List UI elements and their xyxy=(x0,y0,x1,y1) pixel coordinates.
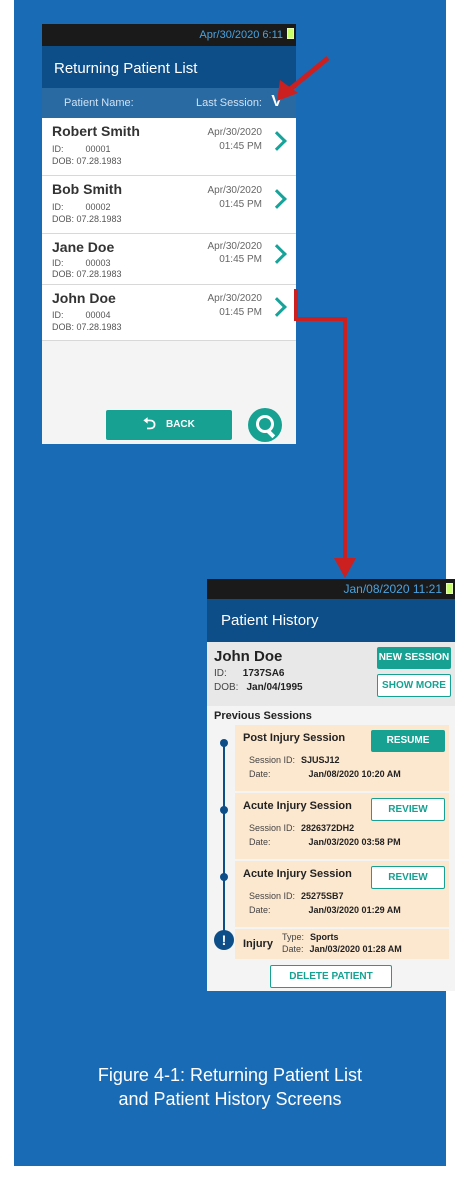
patient-name: John Doe xyxy=(214,648,283,665)
date-label: Date: xyxy=(249,769,271,779)
date-label: Date: xyxy=(249,905,271,915)
session-id-label: Session ID: xyxy=(249,891,296,901)
date-label: Date: xyxy=(249,837,271,847)
injury-date: Jan/03/2020 01:28 AM xyxy=(309,944,402,954)
previous-sessions-heading: Previous Sessions xyxy=(214,710,312,722)
patient-id-line: ID: 1737SA6 xyxy=(214,668,284,679)
caption-line-1: Figure 4-1: Returning Patient List xyxy=(97,1065,363,1085)
annotation-arrowhead-connector xyxy=(334,558,356,578)
timeline-line xyxy=(223,744,225,941)
battery-icon xyxy=(446,583,453,594)
figure-caption: Figure 4-1: Returning Patient List and P… xyxy=(14,1063,446,1111)
injury-card: Injury Type: Sports Date: Jan/03/2020 01:2… xyxy=(235,929,449,959)
delete-patient-button[interactable]: DELETE PATIENT xyxy=(270,965,392,988)
session-id: 2826372DH2 xyxy=(301,823,355,833)
patient-summary-card: John Doe ID: 1737SA6 DOB: Jan/04/1995 NEW … xyxy=(207,642,455,706)
session-title: Post Injury Session xyxy=(243,732,346,744)
new-session-button[interactable]: NEW SESSION xyxy=(377,647,451,669)
figure-panel: Apr/30/2020 6:11 Returning Patient List … xyxy=(14,0,455,1166)
session-id-line: Session ID: SJUSJ12 xyxy=(249,755,340,765)
date-label: Date: xyxy=(282,944,304,954)
show-more-button[interactable]: SHOW MORE xyxy=(377,674,451,697)
session-date: Jan/03/2020 03:58 PM xyxy=(308,837,401,847)
timeline-dot xyxy=(220,873,228,881)
session-id-label: Session ID: xyxy=(249,755,296,765)
session-card-3: Acute Injury Session REVIEW Session ID: 2… xyxy=(235,861,449,927)
alert-icon: ! xyxy=(214,930,234,950)
patient-history-screen: Jan/08/2020 11:21 Patient History John D… xyxy=(207,579,455,991)
injury-date-line: Date: Jan/03/2020 01:28 AM xyxy=(282,944,402,954)
session-id-line: Session ID: 25275SB7 xyxy=(249,891,344,901)
patient-id: 1737SA6 xyxy=(242,668,285,679)
resume-button[interactable]: RESUME xyxy=(371,730,445,752)
session-id-line: Session ID: 2826372DH2 xyxy=(249,823,354,833)
session-card-2: Acute Injury Session REVIEW Session ID: 2… xyxy=(235,793,449,859)
session-date-line: Date: Jan/08/2020 10:20 AM xyxy=(249,769,401,779)
dob-label: DOB: xyxy=(214,682,239,693)
patient-dob: Jan/04/1995 xyxy=(246,682,303,693)
timeline-dot xyxy=(220,806,228,814)
session-title: Acute Injury Session xyxy=(243,868,352,880)
injury-type-line: Type: Sports xyxy=(282,932,339,942)
review-button[interactable]: REVIEW xyxy=(371,798,445,821)
review-button[interactable]: REVIEW xyxy=(371,866,445,889)
type-label: Type: xyxy=(282,932,305,942)
annotation-arrows xyxy=(277,56,356,578)
annotation-arrow-pointer xyxy=(287,56,330,92)
patient-dob-line: DOB: Jan/04/1995 xyxy=(214,682,303,693)
session-id: 25275SB7 xyxy=(301,891,344,901)
session-title: Acute Injury Session xyxy=(243,800,352,812)
timeline-dot xyxy=(220,739,228,747)
session-date: Jan/08/2020 10:20 AM xyxy=(308,769,401,779)
session-date: Jan/03/2020 01:29 AM xyxy=(308,905,401,915)
id-label: ID: xyxy=(214,668,227,679)
session-id: SJUSJ12 xyxy=(301,755,340,765)
injury-type: Sports xyxy=(310,932,339,942)
session-card-1: Post Injury Session RESUME Session ID: SJ… xyxy=(235,725,449,791)
session-date-line: Date: Jan/03/2020 03:58 PM xyxy=(249,837,401,847)
caption-line-2: and Patient History Screens xyxy=(118,1089,342,1109)
session-date-line: Date: Jan/03/2020 01:29 AM xyxy=(249,905,401,915)
session-id-label: Session ID: xyxy=(249,823,296,833)
injury-label: Injury xyxy=(243,938,273,950)
annotation-connector-line xyxy=(294,289,347,560)
